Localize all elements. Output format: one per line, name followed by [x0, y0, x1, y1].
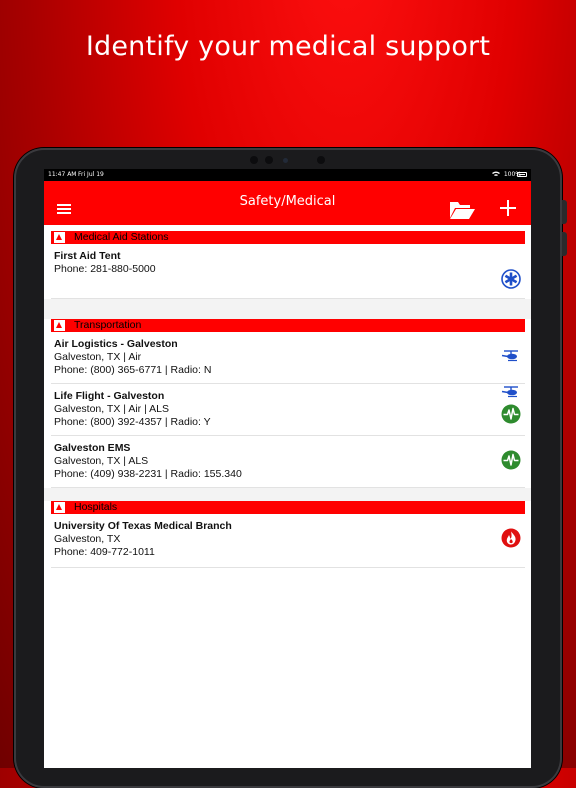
entry-phone: Phone: (409) 938-2231 | Radio: 155.340	[54, 468, 242, 480]
helicopter-icon	[501, 386, 521, 402]
list-content: Medical Aid Stations First Aid Tent Phon…	[44, 231, 531, 568]
volume-up-button	[562, 200, 567, 224]
heartbeat-icon	[501, 404, 521, 428]
burn-center-flame-icon	[501, 528, 521, 552]
helicopter-icon	[501, 350, 521, 366]
section-title: Medical Aid Stations	[74, 231, 169, 243]
list-item[interactable]: First Aid Tent Phone: 281-880-5000	[51, 244, 525, 299]
section-title: Hospitals	[74, 501, 118, 513]
sensor-dot	[250, 156, 258, 164]
status-date: Fri Jul 19	[78, 171, 104, 178]
section-transportation: Transportation Air Logistics - Galveston…	[51, 319, 525, 488]
entry-icons	[501, 269, 521, 293]
entry-icons	[501, 386, 521, 428]
entry-phone: Phone: (800) 392-4357 | Radio: Y	[54, 416, 211, 428]
entry-icons	[501, 350, 521, 366]
volume-down-button	[562, 232, 567, 256]
entry-icons	[501, 528, 521, 552]
entry-name: Life Flight - Galveston	[54, 390, 165, 402]
section-header[interactable]: Hospitals	[51, 501, 525, 514]
collapse-toggle-icon[interactable]	[54, 502, 65, 513]
entry-name: Air Logistics - Galveston	[54, 338, 178, 350]
front-camera	[283, 158, 288, 163]
section-gap	[44, 299, 531, 319]
wifi-icon	[491, 171, 504, 178]
status-bar: 11:47 AM Fri Jul 19 100%	[44, 169, 531, 181]
entry-phone: Phone: 281-880-5000	[54, 263, 156, 275]
list-item[interactable]: Galveston EMS Galveston, TX | ALS Phone:…	[51, 436, 525, 488]
entry-icons	[501, 450, 521, 474]
entry-name: University Of Texas Medical Branch	[54, 520, 232, 532]
entry-phone: Phone: 409-772-1011	[54, 546, 155, 558]
entry-location: Galveston, TX | ALS	[54, 455, 149, 467]
sensor-dot	[265, 156, 273, 164]
entry-name: First Aid Tent	[54, 250, 121, 262]
entry-phone: Phone: (800) 365-6771 | Radio: N	[54, 364, 212, 376]
battery-icon	[517, 172, 527, 177]
list-item[interactable]: Life Flight - Galveston Galveston, TX | …	[51, 384, 525, 436]
section-gap	[44, 488, 531, 501]
heartbeat-icon	[501, 450, 521, 474]
entry-location: Galveston, TX | Air	[54, 351, 142, 363]
nav-bar: Safety/Medical	[44, 181, 531, 225]
plus-icon[interactable]	[500, 200, 516, 216]
section-header[interactable]: Medical Aid Stations	[51, 231, 525, 244]
collapse-toggle-icon[interactable]	[54, 320, 65, 331]
section-title: Transportation	[74, 319, 142, 331]
section-header[interactable]: Transportation	[51, 319, 525, 332]
entry-location: Galveston, TX | Air | ALS	[54, 403, 169, 415]
sensor-dot	[317, 156, 325, 164]
folder-open-icon[interactable]	[448, 198, 476, 225]
app-screen: 11:47 AM Fri Jul 19 100% Safety/Medical …	[44, 169, 531, 768]
star-of-life-icon	[501, 269, 521, 293]
entry-name: Galveston EMS	[54, 442, 131, 454]
section-medical-aid-stations: Medical Aid Stations First Aid Tent Phon…	[51, 231, 525, 299]
section-hospitals: Hospitals University Of Texas Medical Br…	[51, 501, 525, 568]
collapse-toggle-icon[interactable]	[54, 232, 65, 243]
promo-headline: Identify your medical support	[85, 31, 491, 62]
list-item[interactable]: Air Logistics - Galveston Galveston, TX …	[51, 332, 525, 384]
list-item[interactable]: University Of Texas Medical Branch Galve…	[51, 514, 525, 568]
entry-location: Galveston, TX	[54, 533, 121, 545]
status-time: 11:47 AM	[48, 171, 77, 178]
